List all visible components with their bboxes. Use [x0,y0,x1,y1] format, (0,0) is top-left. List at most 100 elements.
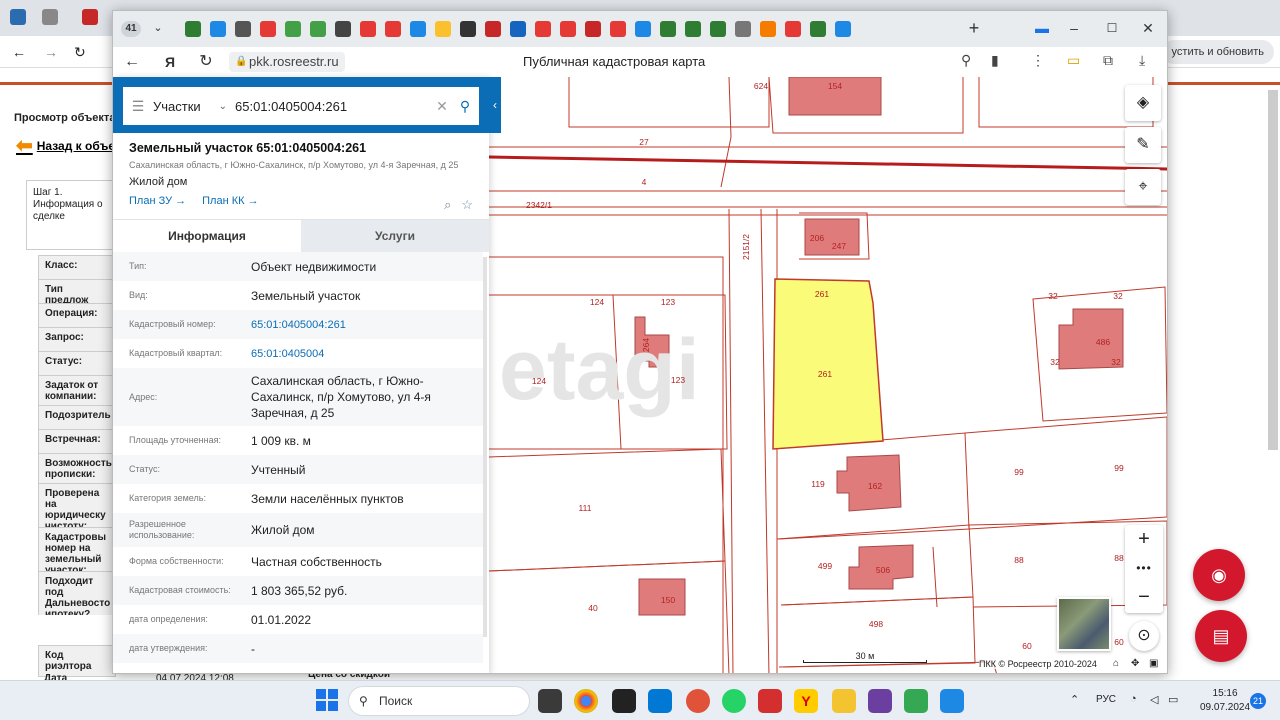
tab-favicon-icon[interactable] [185,21,201,37]
reload-icon[interactable]: ↻ [195,51,217,73]
chevron-up-icon[interactable]: ⌃ [1070,693,1079,706]
tab-favicon-icon[interactable] [10,9,26,25]
taskbar-search[interactable]: ⚲ Поиск [348,686,530,716]
info-value[interactable]: 65:01:0405004:261 [251,312,483,338]
tab-favicon-icon[interactable] [235,21,251,37]
favorite-star-icon[interactable]: ☆ [461,197,473,213]
clear-icon[interactable]: ✕ [433,98,451,115]
callback-chat-button[interactable]: ◉ [1193,549,1245,601]
wildberries-icon[interactable] [686,689,710,713]
tab-favicon-icon[interactable] [310,21,326,37]
notification-badge[interactable]: 21 [1250,693,1266,709]
tab-list-icon[interactable]: ⌄ [147,17,169,39]
tab-favicon-icon[interactable] [210,21,226,37]
locate-icon[interactable]: ⌖ [1125,169,1161,205]
forward-icon[interactable]: → [44,44,58,60]
tab-counter[interactable]: 41 [121,21,141,37]
volume-icon[interactable]: ◁ [1150,693,1158,706]
tab-favicon-icon[interactable] [685,21,701,37]
back-icon[interactable]: ← [121,51,143,73]
url-field[interactable]: 🔒 pkk.rosreestr.ru [229,52,345,72]
reload-icon[interactable]: ↻ [74,44,86,61]
tab-favicon-icon[interactable] [710,21,726,37]
task-view-icon[interactable] [538,689,562,713]
yandex-browser-icon[interactable]: Y [794,689,818,713]
tab-favicon-icon[interactable] [360,21,376,37]
tab-services[interactable]: Услуги [301,220,489,252]
tab-close-icon[interactable] [42,9,58,25]
fullscreen-icon[interactable]: ▣ [1149,658,1158,669]
tab-favicon-icon[interactable] [510,21,526,37]
download-icon[interactable]: ⤓ [1139,52,1145,69]
panel-scrollbar[interactable] [483,257,487,637]
tab-favicon-icon[interactable] [560,21,576,37]
ruler-icon[interactable]: ✎ [1125,127,1161,163]
search-input[interactable] [235,91,433,121]
plan-kk-link[interactable]: План КК → [202,195,258,207]
tab-favicon-icon[interactable] [785,21,801,37]
compass-icon[interactable]: ⊙ [1129,621,1159,651]
update-button[interactable]: устить и обновить [1161,40,1274,64]
battery-icon[interactable]: ▭ [1067,52,1080,69]
location-icon[interactable]: ⚲ [961,52,971,69]
zoom-to-object-icon[interactable]: ⌕ [444,197,451,213]
back-link-label[interactable]: Назад к объе [37,139,115,153]
plan-zu-link[interactable]: План ЗУ → [129,195,186,207]
mail-icon[interactable] [648,689,672,713]
tab-favicon-icon[interactable] [535,21,551,37]
menu-icon[interactable]: ☰ [123,98,153,115]
tab-favicon-icon[interactable] [660,21,676,37]
tab-favicon-icon[interactable] [82,9,98,25]
page-scrollbar[interactable] [1268,90,1278,450]
app-icon[interactable] [612,689,636,713]
tab-favicon-icon[interactable] [760,21,776,37]
collapse-panel-icon[interactable]: ‹ [489,77,501,133]
zoom-in-icon[interactable]: + [1125,525,1163,554]
tab-favicon-icon[interactable] [335,21,351,37]
battery-icon[interactable]: ▭ [1168,693,1178,706]
home-icon[interactable]: ⌂ [1113,658,1119,669]
clock[interactable]: 15:16 09.07.2024 [1200,687,1250,715]
extensions-icon[interactable]: ⧉ [1103,52,1113,69]
tab-favicon-icon[interactable] [285,21,301,37]
folder-icon[interactable] [832,689,856,713]
tab-information[interactable]: Информация [113,220,301,252]
windows-start-icon[interactable] [316,689,338,711]
tab-favicon-icon[interactable] [835,21,851,37]
back-icon[interactable]: ← [12,44,26,60]
info-value[interactable]: 65:01:0405004 [251,341,483,367]
tab-favicon-icon[interactable] [435,21,451,37]
search-type-select[interactable]: Участки ⌄ [153,99,235,114]
tab-favicon-icon[interactable] [610,21,626,37]
target-icon[interactable]: ✥ [1131,658,1139,669]
tab-favicon-icon[interactable] [810,21,826,37]
chrome-icon[interactable] [574,689,598,713]
maximize-icon[interactable]: ☐ [1101,17,1123,39]
back-link[interactable]: ⬅ Назад к объе [16,136,115,156]
recorder-icon[interactable] [758,689,782,713]
search-icon[interactable]: ⚲ [451,98,479,115]
app-icon[interactable] [940,689,964,713]
tab-favicon-icon[interactable] [485,21,501,37]
tab-favicon-icon[interactable] [260,21,276,37]
close-icon[interactable]: ✕ [1137,17,1159,39]
new-tab-icon[interactable]: + [963,17,985,39]
tab-favicon-icon[interactable] [735,21,751,37]
bookmark-icon[interactable]: ▮ [991,52,999,69]
layers-icon[interactable]: ◈ [1125,85,1161,121]
more-menu-icon[interactable]: ⋮ [1031,52,1045,69]
maps-icon[interactable] [904,689,928,713]
winrar-icon[interactable] [868,689,892,713]
yandex-icon[interactable]: Я [159,51,181,73]
language-indicator[interactable]: РУС [1096,694,1116,705]
tab-favicon-icon[interactable] [585,21,601,37]
more-icon[interactable]: ••• [1125,554,1163,583]
wifi-icon[interactable]: ◔ [1130,693,1137,705]
tab-favicon-icon[interactable] [635,21,651,37]
whatsapp-icon[interactable] [722,689,746,713]
chat-button[interactable]: ▤ [1195,610,1247,662]
satellite-layer-button[interactable] [1057,597,1111,651]
minimize-icon[interactable]: – [1063,17,1085,39]
zoom-out-icon[interactable]: − [1125,583,1163,612]
tab-favicon-icon[interactable] [410,21,426,37]
